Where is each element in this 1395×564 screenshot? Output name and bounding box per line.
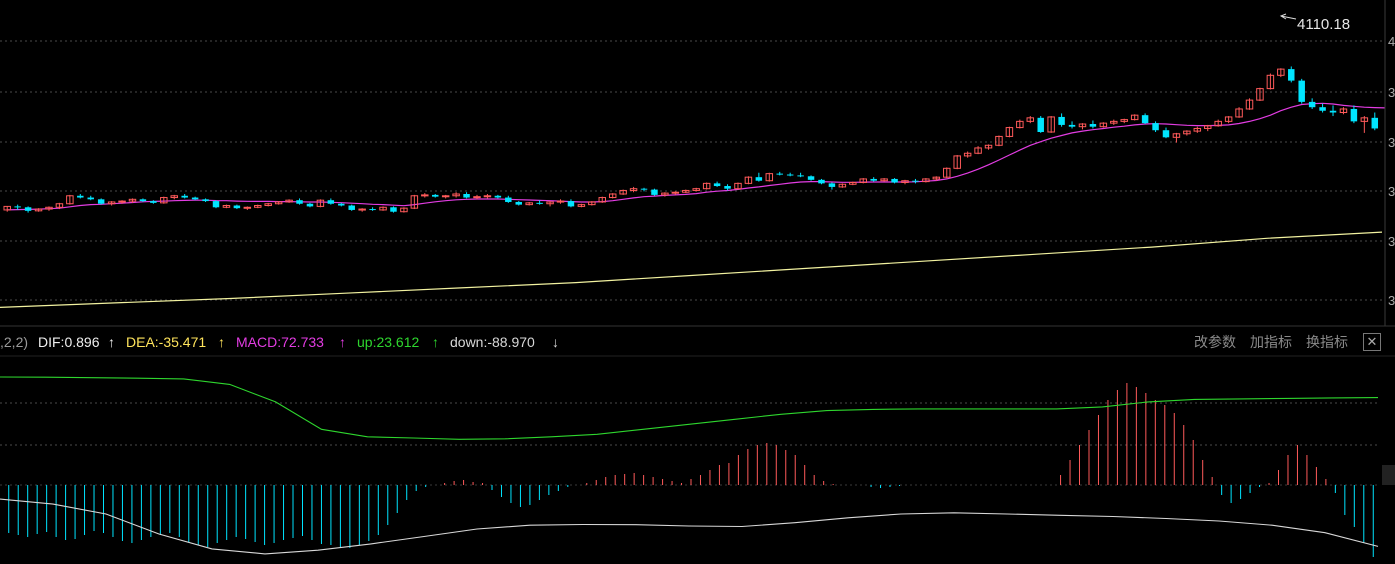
candle-body [1068,124,1076,127]
candle-body [912,180,919,182]
candle-body [338,203,345,206]
candle-body [77,195,84,198]
candle-body [483,195,492,198]
candle-body [1089,124,1097,127]
candle-body [421,194,429,197]
price-tick-label: 3 [1388,293,1395,308]
candle-body [807,176,815,180]
add-indicator-button[interactable]: 加指标 [1250,329,1292,355]
candle-body [212,201,220,208]
indicator-scroll-handle[interactable] [1382,465,1395,485]
candle-body [14,206,21,208]
candle-body [640,188,648,190]
candle-body [243,206,252,209]
candle-body [87,197,94,200]
down-arrow-icon: ↓ [552,334,559,350]
candle-body [97,199,105,204]
candle-body [369,209,376,211]
candle-body [327,200,335,204]
candle-body [24,207,32,211]
candle-body [671,191,680,194]
price-tick-label: 3 [1388,184,1395,199]
dif-arrow-icon: ↑ [108,334,115,350]
chart-canvas: 4 3 3 3 3 3 4110.18 [0,0,1395,564]
switch-indicator-button[interactable]: 换指标 [1306,329,1348,355]
candle-body [1350,108,1358,122]
price-tick-label: 4 [1388,34,1395,49]
candle-body [306,203,314,207]
candle-body [431,194,439,197]
candle-body [556,200,565,203]
price-tick-label: 3 [1388,135,1395,150]
candle-body [463,194,470,198]
dea-value: DEA:-35.471 [126,334,207,350]
indicator-params: ,2,2) [0,334,29,350]
close-icon[interactable]: ✕ [1363,333,1381,351]
up-arrow-icon: ↑ [432,334,439,350]
high-annotation-label: 4110.18 [1297,16,1350,33]
candle-body [776,173,783,175]
candle-body [358,208,366,211]
candle-body [390,207,397,212]
candle-body [150,201,157,203]
candle-body [1037,117,1044,132]
candle-body [755,177,763,181]
dif-value: DIF:0.896 [38,334,100,350]
candle-body [473,196,481,199]
candle-body [1371,117,1379,129]
candle-body [1152,123,1159,131]
candle-body [713,183,721,187]
candle-body [191,197,199,200]
candle-body [505,197,512,202]
candle-body [296,200,303,204]
candle-body [786,174,794,176]
candle-body [348,205,355,210]
candle-body [515,201,522,205]
candle-body [494,195,502,198]
price-tick-label: 3 [1388,85,1395,100]
indicator-header: ,2,2) DIF:0.896 ↑ DEA:-35.471 ↑ MACD:72.… [0,329,1395,355]
candle-body [1058,116,1065,125]
candle-body [536,202,543,204]
candle-body [118,200,126,203]
edit-params-button[interactable]: 改参数 [1194,329,1236,355]
candle-body [441,195,450,198]
macd-arrow-icon: ↑ [339,334,346,350]
candle-body [724,186,731,189]
candle-body [567,201,575,207]
dea-arrow-icon: ↑ [218,334,225,350]
candle-body [233,205,241,209]
macd-value: MACD:72.733 [236,334,324,350]
candle-body [1329,110,1337,113]
price-tick-label: 3 [1388,234,1395,249]
candle-body [891,178,898,183]
candle-body [870,178,877,181]
candle-body [651,189,658,195]
candle-body [1298,80,1305,102]
candle-body [181,195,188,198]
candle-body [1288,69,1295,81]
candle-body [139,199,147,202]
candle-body [1141,115,1149,124]
candle-body [797,175,804,177]
candle-body [202,199,209,202]
chart-background [0,0,1395,564]
candle-body [1319,107,1326,111]
up-value: up:23.612 [357,334,420,350]
candle-body [828,183,836,187]
down-value: down:-88.970 [450,334,535,350]
candle-body [1308,101,1316,108]
candle-body [1162,130,1170,138]
candle-body [818,179,825,184]
